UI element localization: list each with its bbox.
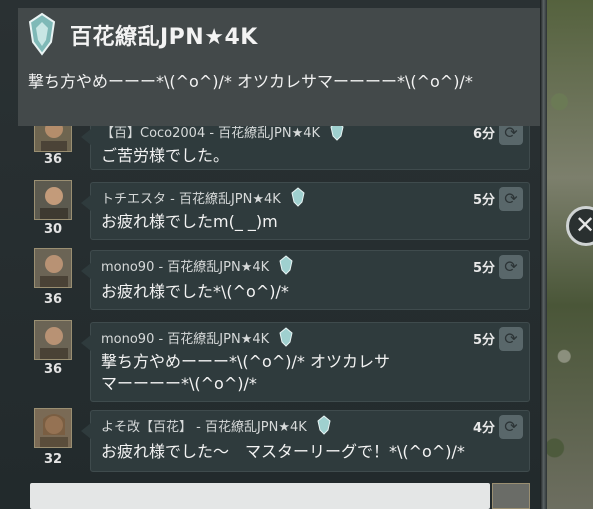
- chat-message: 32 よそ改【百花】 - 百花繚乱JPN★4K 4分 ⟳ お疲れ様でした〜 マス…: [28, 406, 530, 476]
- chat-message: 30 トチエスタ - 百花繚乱JPN★4K 5分 ⟳ お疲れ様でしたm(_ _)…: [28, 178, 530, 242]
- message-bubble: トチエスタ - 百花繚乱JPN★4K 5分 ⟳ お疲れ様でしたm(_ _)m: [81, 182, 530, 240]
- player-level: 32: [43, 452, 63, 467]
- player-level: 30: [43, 222, 63, 237]
- alliance-emblem-icon: [279, 255, 293, 279]
- alliance-emblem-icon: [317, 415, 331, 439]
- message-bubble: よそ改【百花】 - 百花繚乱JPN★4K 4分 ⟳ お疲れ様でした〜 マスターリ…: [81, 410, 530, 472]
- sender-name[interactable]: よそ改【百花】 - 百花繚乱JPN★4K: [101, 415, 331, 439]
- reply-icon[interactable]: ⟳: [499, 327, 523, 351]
- avatar[interactable]: [492, 483, 530, 509]
- panel-border: [540, 0, 547, 509]
- chat-panel: 36 【百】Coco2004 - 百花繚乱JPN★4K 6分 ⟳ ご苦労様でした…: [0, 0, 547, 509]
- chat-message: 36 mono90 - 百花繚乱JPN★4K 5分 ⟳ 撃ち方やめーーー*\(^…: [28, 318, 530, 404]
- message-bubble: mono90 - 百花繚乱JPN★4K 5分 ⟳ 撃ち方やめーーー*\(^o^)…: [81, 322, 530, 402]
- sender-name[interactable]: トチエスタ - 百花繚乱JPN★4K: [101, 187, 305, 211]
- message-text: お疲れ様でした*\(^o^)/*: [101, 282, 289, 301]
- alliance-emblem-icon: [27, 12, 57, 56]
- message-time: 5分: [472, 193, 495, 208]
- alliance-emblem-icon: [279, 327, 293, 351]
- player-level: 36: [43, 292, 63, 307]
- sender-name[interactable]: mono90 - 百花繚乱JPN★4K: [101, 327, 293, 351]
- chat-message: 36 mono90 - 百花繚乱JPN★4K 5分 ⟳ お疲れ様でした*\(^o…: [28, 246, 530, 314]
- player-level: 36: [43, 362, 63, 377]
- message-text: お疲れ様でしたm(_ _)m: [101, 212, 278, 231]
- message-time: 5分: [472, 333, 495, 348]
- message-time: 4分: [472, 421, 495, 436]
- alliance-emblem-icon: [291, 187, 305, 211]
- sender-name[interactable]: mono90 - 百花繚乱JPN★4K: [101, 255, 293, 279]
- reply-icon[interactable]: ⟳: [499, 187, 523, 211]
- page-title: 百花繚乱JPN★4K: [70, 25, 258, 50]
- reply-icon[interactable]: ⟳: [499, 255, 523, 279]
- latest-message-banner: 撃ち方やめーーー*\(^o^)/* オツカレサマーーーー*\(^o^)/*: [28, 72, 473, 91]
- message-bubble: mono90 - 百花繚乱JPN★4K 5分 ⟳ お疲れ様でした*\(^o^)/…: [81, 250, 530, 310]
- avatar[interactable]: [34, 408, 72, 448]
- chat-header: 百花繚乱JPN★4K 撃ち方やめーーー*\(^o^)/* オツカレサマーーーー*…: [18, 8, 540, 126]
- reply-icon[interactable]: ⟳: [499, 415, 523, 439]
- message-time: 5分: [472, 261, 495, 276]
- avatar[interactable]: [34, 180, 72, 220]
- message-text: 撃ち方やめーーー*\(^o^)/* オツカレサ マーーーー*\(^o^)/*: [101, 352, 390, 393]
- player-level: 36: [43, 152, 63, 167]
- avatar[interactable]: [34, 248, 72, 288]
- avatar[interactable]: [34, 320, 72, 360]
- message-text: お疲れ様でした〜 マスターリーグで！*\(^o^)/*: [101, 442, 465, 461]
- message-text: ご苦労様でした。: [101, 146, 230, 165]
- game-map-background: [545, 0, 593, 509]
- next-message-preview: [30, 483, 490, 509]
